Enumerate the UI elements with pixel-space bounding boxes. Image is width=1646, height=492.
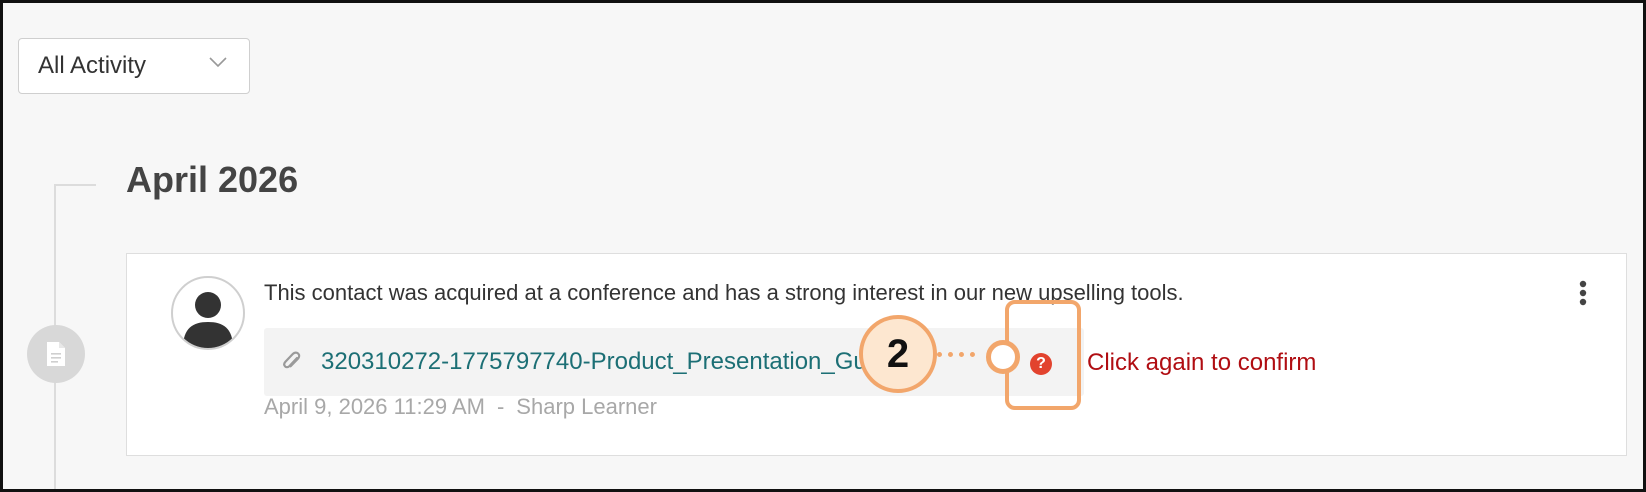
month-heading: April 2026: [126, 159, 299, 200]
activity-meta: April 9, 2026 11:29 AM - Sharp Learner: [264, 394, 657, 420]
activity-timestamp: April 9, 2026 11:29 AM: [264, 394, 485, 419]
timeline-month-tick: [54, 184, 96, 186]
activity-author: Sharp Learner: [516, 394, 657, 419]
document-icon: [27, 325, 85, 383]
annotation-connector: [937, 352, 975, 357]
meta-separator: -: [496, 394, 505, 419]
activity-filter-dropdown[interactable]: All Activity: [18, 38, 250, 94]
avatar: [171, 276, 245, 350]
annotation-step-badge: 2: [859, 315, 937, 393]
activity-filter-label: All Activity: [38, 52, 147, 79]
delete-confirm-prompt[interactable]: Click again to confirm: [1087, 349, 1316, 377]
chevron-down-icon: [209, 55, 227, 73]
attachment-item: 320310272-1775797740-Product_Presentatio…: [264, 328, 1084, 396]
paperclip-icon: [282, 350, 302, 379]
annotation-target-ring: [986, 340, 1020, 374]
more-vertical-icon[interactable]: [1576, 280, 1590, 310]
activity-panel: All Activity April 2026 This contact was…: [0, 0, 1646, 492]
